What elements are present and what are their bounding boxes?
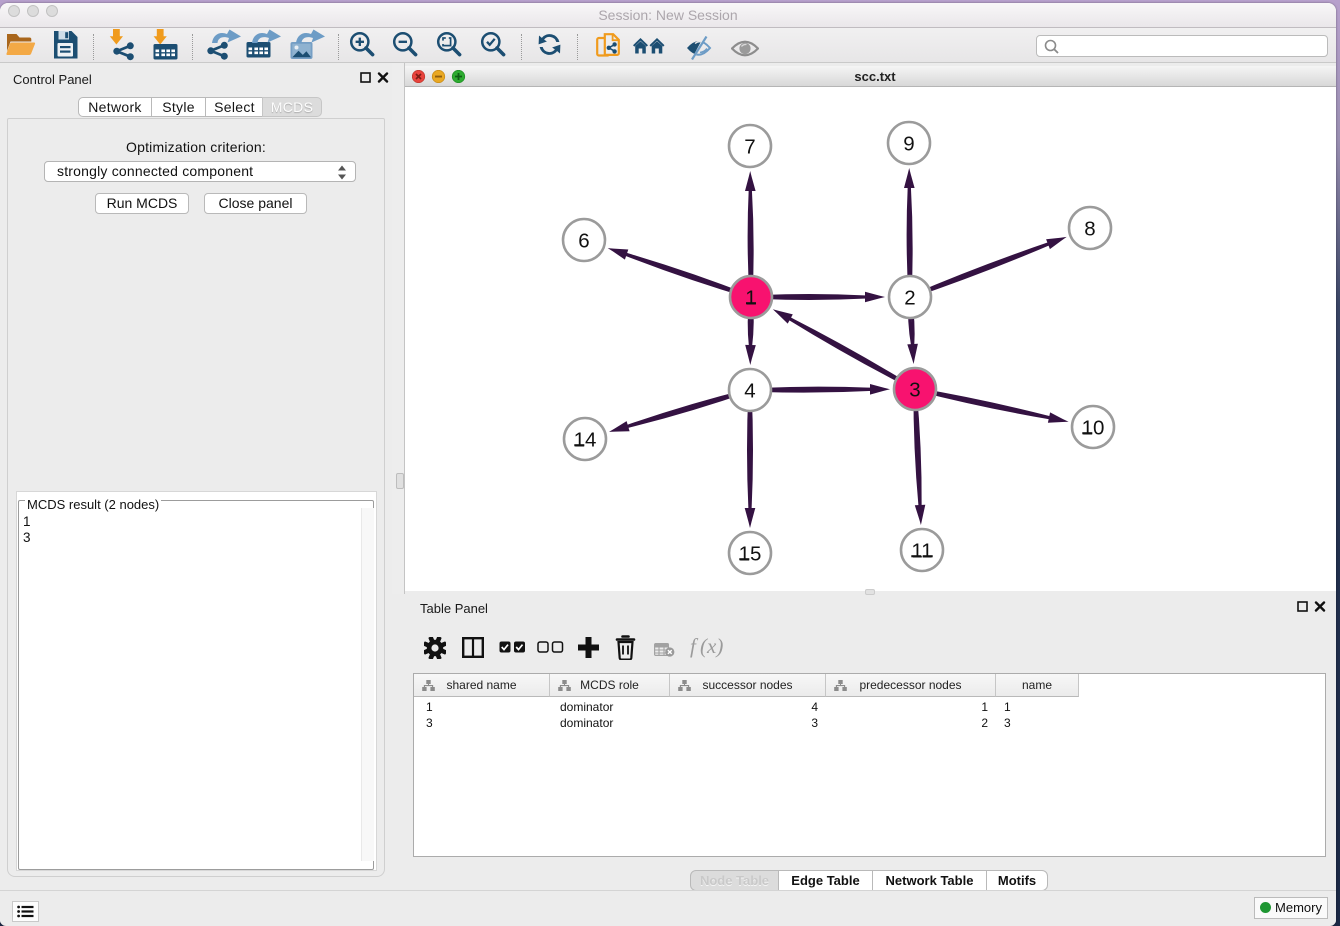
svg-text:2: 2: [904, 286, 915, 309]
svg-text:4: 4: [744, 379, 755, 402]
svg-text:1: 1: [745, 286, 756, 309]
svg-text:9: 9: [903, 132, 914, 155]
svg-text:10: 10: [1082, 416, 1105, 439]
svg-text:14: 14: [574, 428, 597, 451]
svg-text:3: 3: [909, 378, 920, 401]
svg-text:11: 11: [911, 539, 932, 562]
svg-text:7: 7: [744, 135, 755, 158]
svg-text:8: 8: [1084, 217, 1095, 240]
svg-text:15: 15: [739, 542, 762, 565]
svg-text:6: 6: [578, 229, 589, 252]
